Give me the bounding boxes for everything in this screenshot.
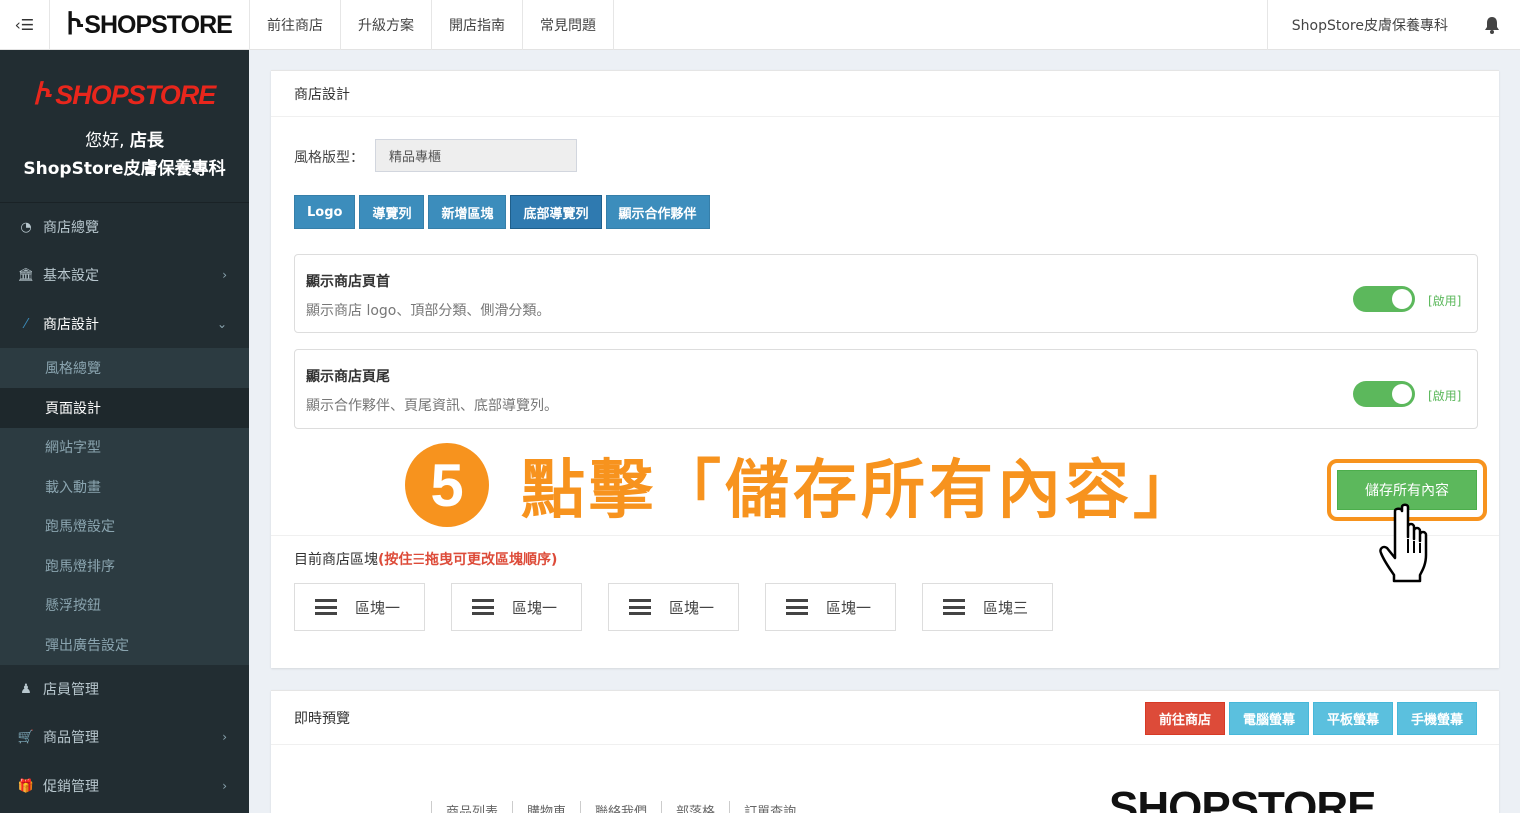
dashboard-icon: ◔ [20,219,32,235]
preview-button-row: 前往商店 電腦螢幕 平板螢幕 手機螢幕 [1144,702,1477,735]
blocks-label: 目前商店區塊(按住☰拖曳可更改區塊順序) [294,552,558,568]
desktop-view-button[interactable]: 電腦螢幕 [1228,702,1309,735]
preview-nav-products[interactable]: 商品列表 [431,801,512,813]
gift-icon: 🎁 [17,778,35,794]
submenu-fonts[interactable]: 網站字型 [0,427,249,467]
logo-mark-icon: Ⴡ [67,9,83,40]
sidebar-logo: Ⴡ SHOPSTORE [33,80,217,110]
topnav-upgrade[interactable]: 升級方案 [341,0,432,50]
top-right: ShopStore皮膚保養專科 [1266,0,1520,50]
toggle-desc: 顯示合作夥伴、頁尾資訊、底部導覽列。 [306,398,558,414]
bell-icon [1485,17,1499,34]
preview-store-nav: 商品列表 購物車 聯絡我們 部落格 訂單查詢 [431,801,810,813]
bank-icon: 🏛 [17,267,35,283]
annotation-text: 點擊「儲存所有內容」 [521,454,1201,528]
top-bar: ‹☰ Ⴡ SHOPSTORE 前往商店 升級方案 開店指南 常見問題 ShopS… [0,0,1520,50]
preview-nav-cart[interactable]: 購物車 [512,801,580,813]
sidebar-item-overview[interactable]: ◔ 商店總覽 [0,203,249,251]
design-button-row: Logo 導覽列 新增區塊 底部導覽列 顯示合作夥伴 [294,195,710,229]
preview-logo: SHOPSTORE [1109,783,1376,813]
block-item[interactable]: 區塊一 [451,583,582,631]
block-item[interactable]: 區塊一 [765,583,896,631]
go-store-button[interactable]: 前往商店 [1144,702,1225,735]
submenu-floating-button[interactable]: 懸浮按鈕 [0,585,249,625]
store-design-submenu: 風格總覽 頁面設計 網站字型 載入動畫 跑馬燈設定 跑馬燈排序 懸浮按鈕 彈出廣… [0,348,249,665]
pointer-hand-icon [1379,503,1428,583]
submenu-popup-ad[interactable]: 彈出廣告設定 [0,625,249,665]
chevron-down-icon: ⌄ [216,317,227,331]
mobile-view-button[interactable]: 手機螢幕 [1396,702,1477,735]
header-toggle-card: 顯示商店頁首 顯示商店 logo、頂部分類、側滑分類。 [啟用] [294,254,1478,333]
sidebar-item-products[interactable]: 🛒 商品管理 › [0,713,249,761]
tutorial-annotation: 5 點擊「儲存所有內容」 [405,443,1201,528]
chevron-right-icon: › [222,268,227,282]
add-block-button[interactable]: 新增區塊 [428,195,507,229]
footer-toggle-card: 顯示商店頁尾 顯示合作夥伴、頁尾資訊、底部導覽列。 [啟用] [294,349,1478,429]
style-label: 風格版型： [294,150,364,166]
step-number: 5 [405,443,489,527]
footer-toggle-switch[interactable] [1353,381,1415,407]
drag-handle-icon[interactable] [786,599,808,615]
submenu-loading-animation[interactable]: 載入動畫 [0,467,249,507]
submenu-page-design[interactable]: 頁面設計 [0,388,249,428]
logo-button[interactable]: Logo [294,195,356,229]
notifications-button[interactable] [1472,0,1512,50]
topnav-faq[interactable]: 常見問題 [523,0,614,50]
sidebar-item-basic-settings[interactable]: 🏛 基本設定 › [0,251,249,299]
toggle-title: 顯示商店頁尾 [306,369,390,385]
navbar-button[interactable]: 導覽列 [359,195,425,229]
block-item[interactable]: 區塊一 [294,583,425,631]
sidebar-item-staff[interactable]: ♟ 店員管理 [0,665,249,713]
brand-logo[interactable]: Ⴡ SHOPSTORE [50,0,250,50]
top-nav: 前往商店 升級方案 開店指南 常見問題 [250,0,614,50]
preview-nav-orders[interactable]: 訂單查詢 [729,801,810,813]
drag-handle-icon[interactable] [472,599,494,615]
submenu-style-overview[interactable]: 風格總覽 [0,348,249,388]
shop-name-link[interactable]: ShopStore皮膚保養專科 [1266,0,1472,50]
sidebar-shop-name: ShopStore皮膚保養專科 [23,159,226,179]
tablet-view-button[interactable]: 平板螢幕 [1312,702,1393,735]
preview-nav-blog[interactable]: 部落格 [661,801,729,813]
chevron-right-icon: › [222,730,227,744]
live-preview-panel: 即時預覽 前往商店 電腦螢幕 平板螢幕 手機螢幕 商品列表 購物車 聯絡我們 部… [271,690,1499,813]
toggle-title: 顯示商店頁首 [306,274,390,290]
drag-handle-icon[interactable] [315,599,337,615]
footer-nav-button[interactable]: 底部導覽列 [510,195,602,229]
topnav-go-store[interactable]: 前往商店 [250,0,341,50]
preview-nav-contact[interactable]: 聯絡我們 [580,801,661,813]
section-divider [271,535,1499,536]
sidebar-toggle-button[interactable]: ‹☰ [0,0,50,50]
toggle-state: [啟用] [1428,389,1462,403]
store-design-panel: 商店設計 風格版型： 精品專櫃 Logo 導覽列 新增區塊 底部導覽列 顯示合作… [271,70,1499,668]
switch-knob [1392,384,1412,404]
submenu-marquee-settings[interactable]: 跑馬燈設定 [0,506,249,546]
greeting: 您好, 店長 [85,131,164,151]
chevron-right-icon: › [222,779,227,793]
sidebar-item-store-design[interactable]: ⁄ 商店設計 ⌄ [0,300,249,348]
show-partners-button[interactable]: 顯示合作夥伴 [605,195,710,229]
switch-knob [1392,289,1412,309]
toggle-state: [啟用] [1428,294,1462,308]
drag-handle-icon[interactable] [943,599,965,615]
topnav-guide[interactable]: 開店指南 [432,0,523,50]
sidebar: Ⴡ SHOPSTORE 您好, 店長 ShopStore皮膚保養專科 ◔ 商店總… [0,50,249,813]
sidebar-item-promotions[interactable]: 🎁 促銷管理 › [0,762,249,810]
user-secret-icon: ♟ [20,681,32,697]
toggle-desc: 顯示商店 logo、頂部分類、側滑分類。 [306,303,551,319]
panel-title: 商店設計 [271,71,1499,117]
cart-icon: 🛒 [17,729,35,745]
menu-icon: ‹☰ [14,16,35,34]
magic-wand-icon: ⁄ [24,316,28,332]
header-toggle-switch[interactable] [1353,286,1415,312]
block-item[interactable]: 區塊一 [608,583,739,631]
block-item[interactable]: 區塊三 [922,583,1053,631]
submenu-marquee-order[interactable]: 跑馬燈排序 [0,546,249,586]
style-select[interactable]: 精品專櫃 [375,139,577,172]
drag-handle-icon[interactable] [629,599,651,615]
